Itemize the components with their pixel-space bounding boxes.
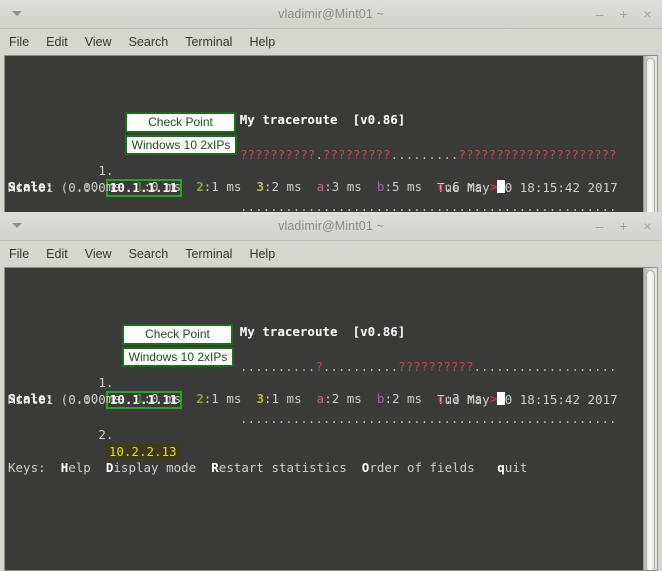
menu-edit-2[interactable]: Edit [46,247,68,261]
terminal-window-1: vladimir@Mint01 ~ – + × File Edit View S… [0,0,662,213]
hop-pings-2-2: ........................................… [240,411,617,426]
scale-key-c-1: c [437,179,445,194]
hop-index-2-2: 2. [98,427,114,442]
close-button-2[interactable]: × [641,219,654,233]
scale-val-2-1: 1 ms [211,179,242,194]
scale-val-a-2: 2 ms [331,391,362,406]
menu-view-1[interactable]: View [85,35,112,49]
menu-search-2[interactable]: Search [129,247,169,261]
maximize-button-2[interactable]: + [617,219,630,233]
scale-val-c-1: 6 ms [452,179,483,194]
hop-ip-2-2: 10.2.2.13 [105,444,180,460]
menu-terminal-2[interactable]: Terminal [185,247,232,261]
titlebar-1[interactable]: vladimir@Mint01 ~ – + × [0,0,662,29]
scrollbar-thumb-2[interactable] [646,270,655,570]
scale-key-3-1: 3 [256,179,264,194]
window-controls-2: – + × [593,212,654,240]
menu-view-2[interactable]: View [85,247,112,261]
annotation-check-point-1: Check Point [125,112,236,133]
scale-val-2-2: 1 ms [211,391,242,406]
menu-search-1[interactable]: Search [129,35,169,49]
scale-key-1-1: 1 [135,179,144,194]
mtr-keys-2: Keys: Help Display mode Restart statisti… [8,460,528,475]
terminal-window-2: vladimir@Mint01 ~ – + × File Edit View S… [0,212,662,571]
mtr-scale-1: Scale: .:0 ms 1:0 ms 2:1 ms 3:2 ms a:3 m… [8,178,506,195]
minimize-button-2[interactable]: – [593,219,606,233]
window-menu-arrow-icon[interactable] [12,223,22,228]
hop-pings-1-2: ........................................… [240,199,617,213]
scale-tail-2: > [489,391,498,406]
annotation-check-point-2: Check Point [122,324,233,345]
menu-help-1[interactable]: Help [249,35,275,49]
scale-val-a-1: 3 ms [331,179,362,194]
window-menu-arrow-icon[interactable] [12,11,22,16]
scale-tail-1: > [489,179,498,194]
key-rest-quit-2: uit [504,460,528,475]
menu-terminal-1[interactable]: Terminal [185,35,232,49]
scale-val-1-2: 0 ms [151,391,182,406]
hop-pings-1-1: ??????????.?????????.........???????????… [240,147,617,162]
terminal-scrollbar-1[interactable] [643,56,657,213]
scale-val-3-1: 2 ms [271,179,302,194]
menu-file-2[interactable]: File [9,247,29,261]
terminal-area-2[interactable]: My traceroute [v0.86] Mint01 (0.0.0.0) Tu… [4,267,658,571]
key-hotkey-quit-2: q [497,460,505,475]
menu-file-1[interactable]: File [9,35,29,49]
key-rest-order-2: rder of fields [369,460,475,475]
key-rest-restart-2: estart statistics [218,460,347,475]
mtr-scale-2: Scale: .:0 ms 1:0 ms 2:1 ms 3:1 ms a:2 m… [8,390,506,407]
maximize-button-1[interactable]: + [617,7,630,21]
scale-key-1-2: 1 [135,391,144,406]
close-button-1[interactable]: × [641,7,654,21]
hop-index-1-1: 1. [98,163,114,178]
hop-index-2-1: 1. [98,375,114,390]
menu-edit-1[interactable]: Edit [46,35,68,49]
scale-val-dot-2: 0 ms [90,391,121,406]
scale-key-2-1: 2 [196,179,204,194]
screen: vladimir@Mint01 ~ – + × File Edit View S… [0,0,662,571]
annotation-windows10-1: Windows 10 2xIPs [125,135,237,155]
scale-val-b-2: 2 ms [391,391,423,406]
scale-key-c-2: c [437,391,445,406]
scale-val-3-2: 1 ms [271,391,302,406]
annotation-windows10-2: Windows 10 2xIPs [122,347,234,367]
terminal-cursor-1 [497,180,506,193]
key-hotkey-restart-2: R [211,460,219,475]
menubar-1: File Edit View Search Terminal Help [0,29,662,55]
mtr-output-2: My traceroute [v0.86] Mint01 (0.0.0.0) Tu… [5,268,657,570]
window-title-1: vladimir@Mint01 ~ [278,7,384,21]
window-title-2: vladimir@Mint01 ~ [278,219,384,233]
table-row: 2. 10.2.2.13 ...........................… [8,409,617,460]
scale-val-dot-1: 0 ms [90,179,121,194]
key-rest-display-2: isplay mode [113,460,197,475]
scale-key-3-2: 3 [256,391,264,406]
table-row: 2. 10.2.2.12 ...........................… [8,197,617,213]
titlebar-2[interactable]: vladimir@Mint01 ~ – + × [0,212,662,241]
scrollbar-thumb-1[interactable] [646,58,655,213]
scale-val-b-1: 5 ms [391,179,423,194]
mtr-output-1: My traceroute [v0.86] Mint01 (0.0.0.0) Tu… [5,56,657,213]
minimize-button-1[interactable]: – [593,7,606,21]
menu-help-2[interactable]: Help [249,247,275,261]
terminal-area-1[interactable]: My traceroute [v0.86] Mint01 (0.0.0.0) Tu… [4,55,658,213]
scale-val-c-2: 3 ms [452,391,483,406]
scale-val-1-1: 0 ms [151,179,182,194]
scale-key-2-2: 2 [196,391,204,406]
terminal-cursor-2 [497,392,506,405]
window-controls-1: – + × [593,0,654,28]
hop-pings-2-1: ..........?..........??????????.........… [240,359,617,374]
terminal-scrollbar-2[interactable] [643,268,657,570]
menubar-2: File Edit View Search Terminal Help [0,241,662,267]
